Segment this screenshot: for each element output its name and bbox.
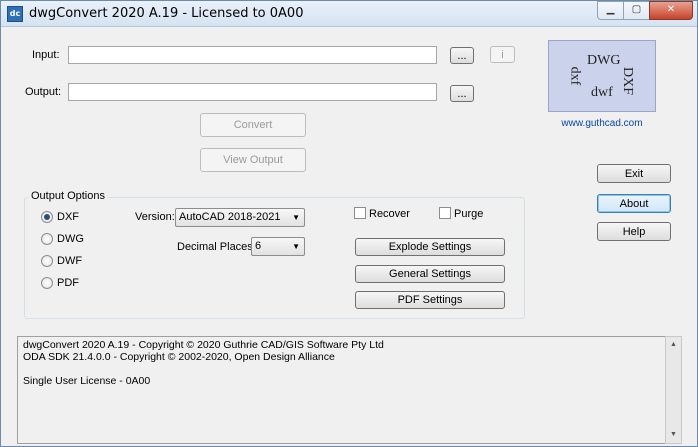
radio-dwf-label[interactable]: DWF <box>57 255 82 267</box>
main-window: dc dwgConvert 2020 A.19 - Licensed to 0A… <box>0 0 698 447</box>
dwg-logo: DWG DXF dxf dwf <box>548 40 656 112</box>
output-field[interactable] <box>68 83 437 101</box>
scroll-up-icon[interactable]: ▲ <box>666 337 681 353</box>
scroll-down-icon[interactable]: ▼ <box>666 427 681 443</box>
decimal-places-label: Decimal Places: <box>177 241 256 253</box>
decimal-places-value: 6 <box>255 240 262 252</box>
pdf-settings-button[interactable]: PDF Settings <box>355 291 505 309</box>
input-label: Input: <box>32 49 60 61</box>
website-link[interactable]: www.guthcad.com <box>549 118 655 129</box>
chevron-down-icon: ▼ <box>292 242 300 251</box>
about-button[interactable]: About <box>597 194 671 213</box>
logo-dwf-text: dwf <box>591 85 613 100</box>
logo-dxf-upper-text: DXF <box>620 66 636 96</box>
output-browse-button[interactable]: ... <box>450 85 474 102</box>
close-button[interactable]: ✕ <box>649 1 693 20</box>
output-label: Output: <box>25 86 62 98</box>
purge-label[interactable]: Purge <box>454 208 483 220</box>
log-line: dwgConvert 2020 A.19 - Copyright © 2020 … <box>23 339 384 351</box>
log-scrollbar[interactable]: ▲ ▼ <box>665 336 682 444</box>
purge-checkbox[interactable] <box>439 207 451 219</box>
title-bar[interactable]: dc dwgConvert 2020 A.19 - Licensed to 0A… <box>1 1 697 27</box>
radio-dxf[interactable] <box>41 211 53 223</box>
radio-pdf[interactable] <box>41 277 53 289</box>
radio-dwg[interactable] <box>41 233 53 245</box>
explode-settings-button[interactable]: Explode Settings <box>355 238 505 256</box>
radio-dwg-label[interactable]: DWG <box>57 233 84 245</box>
window-title: dwgConvert 2020 A.19 - Licensed to 0A00 <box>29 6 304 21</box>
log-line: Single User License - 0A00 <box>23 375 151 387</box>
info-button[interactable]: i <box>490 46 515 63</box>
view-output-button[interactable]: View Output <box>200 148 306 172</box>
chevron-down-icon: ▼ <box>292 213 300 222</box>
log-panel[interactable]: dwgConvert 2020 A.19 - Copyright © 2020 … <box>17 336 682 444</box>
output-options-title: Output Options <box>28 190 108 202</box>
input-browse-button[interactable]: ... <box>450 47 474 64</box>
help-button[interactable]: Help <box>597 222 671 241</box>
version-select[interactable]: AutoCAD 2018-2021 ▼ <box>175 208 305 227</box>
logo-dwg-text: DWG <box>587 53 621 68</box>
version-select-value: AutoCAD 2018-2021 <box>179 211 281 223</box>
maximize-button[interactable]: ▢ <box>623 1 650 20</box>
version-label: Version: <box>135 211 175 223</box>
exit-button[interactable]: Exit <box>597 164 671 183</box>
logo-dxf-lower-text: dxf <box>567 66 583 86</box>
radio-pdf-label[interactable]: PDF <box>57 277 79 289</box>
input-field[interactable] <box>68 46 437 64</box>
log-line: ODA SDK 21.4.0.0 - Copyright © 2002-2020… <box>23 351 335 363</box>
decimal-places-select[interactable]: 6 ▼ <box>251 237 305 256</box>
minimize-button[interactable]: ▁ <box>597 1 624 20</box>
app-icon: dc <box>7 6 23 22</box>
recover-checkbox[interactable] <box>354 207 366 219</box>
radio-dxf-label[interactable]: DXF <box>57 211 79 223</box>
radio-dwf[interactable] <box>41 255 53 267</box>
recover-label[interactable]: Recover <box>369 208 410 220</box>
convert-button[interactable]: Convert <box>200 113 306 137</box>
general-settings-button[interactable]: General Settings <box>355 265 505 283</box>
